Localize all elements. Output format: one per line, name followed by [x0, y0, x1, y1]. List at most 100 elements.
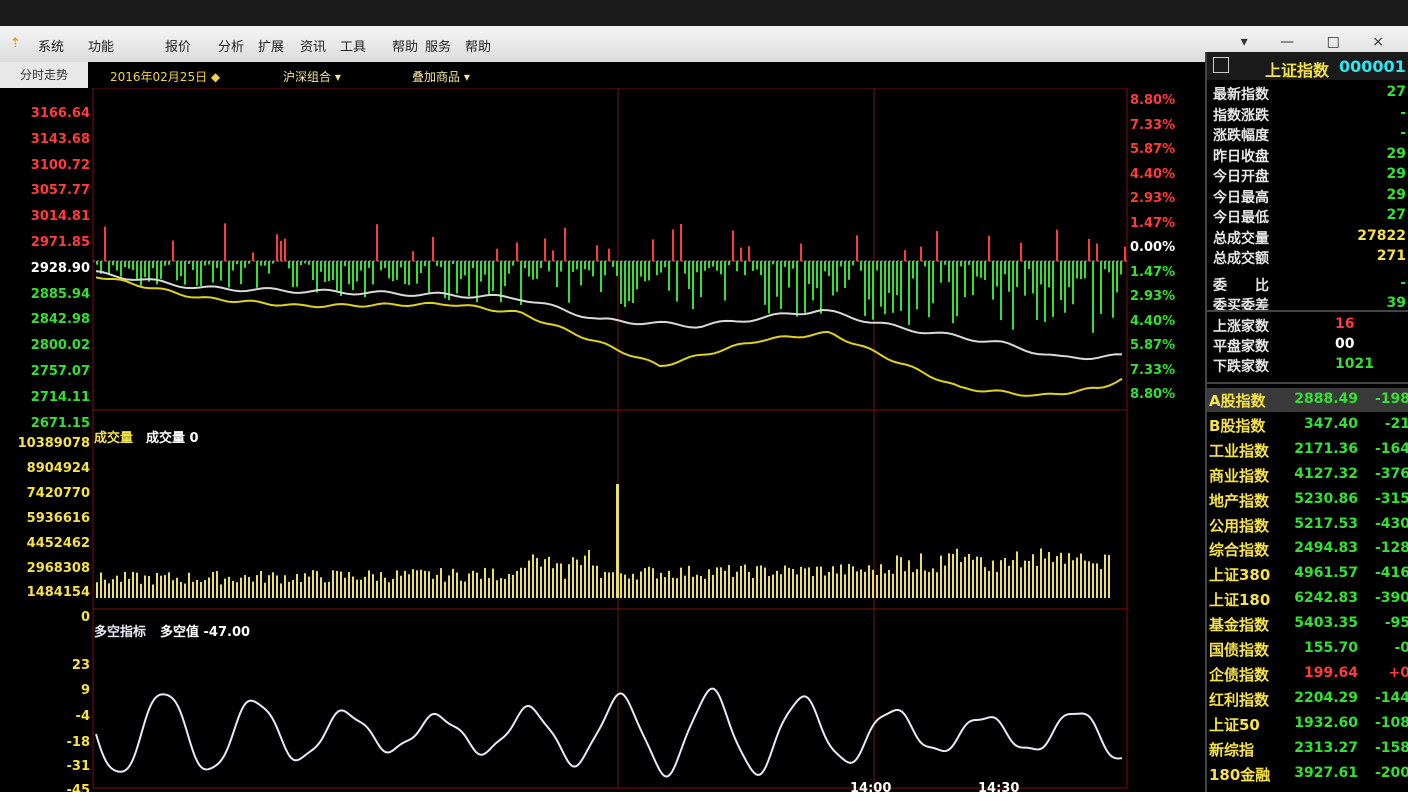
breadth-bar-down [704, 261, 706, 271]
volume-bar [440, 568, 442, 598]
breadth-bar-down [140, 261, 142, 286]
index-list-item[interactable]: 180金融 3927.61 -200 [1207, 762, 1408, 786]
menu-item-service[interactable]: 服务 [425, 36, 451, 55]
percent-axis-label: 1.47% [1130, 215, 1176, 231]
date-selector[interactable]: 2016年02月25日 ◆ [110, 68, 220, 85]
breadth-bar-up [748, 246, 750, 261]
breadth-bar-down [912, 261, 914, 279]
breadth-bar-down [984, 261, 986, 281]
volume-bar [768, 576, 770, 598]
breadth-bar-down [132, 261, 134, 271]
breadth-bar-down [1116, 261, 1118, 293]
volume-bar [604, 571, 606, 598]
index-side-panel: 上证指数 000001 最新指数 27 指数涨跌 - 涨跌幅度 - 昨日收盘 29 今日开盘 29… [1205, 52, 1408, 792]
breadth-bar-down [312, 261, 314, 281]
volume-bar [924, 570, 926, 598]
volume-bar [524, 567, 526, 598]
menu-item-analysis[interactable]: 分析 [218, 36, 244, 55]
volume-bar [108, 583, 110, 598]
breadth-bar-down [792, 261, 794, 269]
menu-item-extend[interactable]: 扩展 [258, 36, 284, 55]
menu-item-quote[interactable]: 报价 [165, 36, 191, 55]
menu-item-help[interactable]: 帮助 [392, 36, 418, 55]
breadth-bar-down [780, 261, 782, 309]
index-value: 2204.29 [1294, 689, 1358, 706]
side-count-label: 平盘家数 [1213, 339, 1269, 355]
group-selector[interactable]: 沪深组合 ▾ [283, 68, 341, 85]
volume-bar [356, 579, 358, 598]
breadth-bar-down [96, 261, 98, 265]
breadth-bar-down [416, 261, 418, 284]
breadth-bar-down [708, 261, 710, 269]
breadth-bar-down [116, 261, 118, 271]
breadth-bar-down [400, 261, 402, 268]
volume-bar [416, 570, 418, 598]
index-list-item[interactable]: 基金指数 5403.35 -95 [1207, 612, 1408, 636]
breadth-bar-up [376, 224, 378, 261]
index-list-item[interactable]: 红利指数 2204.29 -144 [1207, 687, 1408, 711]
breadth-bar-down [1028, 261, 1030, 270]
volume-bar [636, 579, 638, 598]
menu-item-news[interactable]: 资讯 [300, 36, 326, 55]
menu-item-help2[interactable]: 帮助 [465, 36, 491, 55]
breadth-bar-down [1016, 261, 1018, 287]
breadth-bar-down [356, 261, 358, 282]
volume-bar [520, 567, 522, 598]
volume-bar [568, 564, 570, 598]
volume-bar [192, 581, 194, 598]
index-list-item[interactable]: 国债指数 155.70 -0 [1207, 637, 1408, 661]
menu-item-tools[interactable]: 工具 [340, 36, 366, 55]
volume-bar [576, 559, 578, 598]
breadth-bar-up [672, 229, 674, 261]
index-list-item[interactable]: 企债指数 199.64 +0 [1207, 662, 1408, 686]
index-list-item[interactable]: 上证50 1932.60 -108 [1207, 712, 1408, 736]
volume-bar [148, 575, 150, 598]
percent-axis-label: 8.80% [1130, 93, 1176, 108]
index-name: 上证50 [1209, 715, 1260, 734]
volume-bar [1060, 552, 1062, 598]
volume-bar [168, 572, 170, 598]
breadth-bar-down [1072, 261, 1074, 305]
breadth-bar-up [552, 250, 554, 261]
breadth-bar-up [1020, 242, 1022, 261]
breadth-bar-down [204, 261, 206, 266]
breadth-bar-up [800, 243, 802, 261]
breadth-bar-down [1068, 261, 1070, 288]
index-list-item[interactable]: 地产指数 5230.86 -315 [1207, 488, 1408, 512]
volume-bar [640, 571, 642, 598]
index-list-item[interactable]: 综合指数 2494.83 -128 [1207, 537, 1408, 561]
menu-item-system[interactable]: 系统 [38, 36, 64, 55]
index-list-item[interactable]: A股指数 2888.49 -198 [1207, 388, 1408, 412]
tab-intraday[interactable]: 分时走势 [0, 62, 88, 88]
breadth-bar-down [168, 261, 170, 265]
index-list-item[interactable]: 上证380 4961.57 -416 [1207, 562, 1408, 586]
volume-bar [916, 569, 918, 598]
volume-bar [952, 553, 954, 598]
volume-bar [120, 581, 122, 598]
breadth-bar-down [648, 261, 650, 281]
breadth-bar-down [668, 261, 670, 291]
index-list-item[interactable]: 新综指 2313.27 -158 [1207, 737, 1408, 761]
breadth-bar-down [300, 261, 302, 266]
index-list-item[interactable]: 工业指数 2171.36 -164 [1207, 438, 1408, 462]
panel-icon[interactable] [1213, 57, 1229, 73]
volume-bar [540, 566, 542, 598]
side-stat-label: 总成交额 [1213, 251, 1269, 267]
index-list-item[interactable]: 上证180 6242.83 -390 [1207, 587, 1408, 611]
index-list-item[interactable]: B股指数 347.40 -21 [1207, 413, 1408, 437]
index-list-item[interactable]: 商业指数 4127.32 -376 [1207, 463, 1408, 487]
index-name: 国债指数 [1209, 641, 1270, 659]
volume-bar [820, 566, 822, 598]
index-list-item[interactable]: 公用指数 5217.53 -430 [1207, 513, 1408, 537]
volume-bar [420, 569, 422, 598]
window-controls[interactable]: ▾ — □ × [1241, 34, 1398, 50]
overlay-selector[interactable]: 叠加商品 ▾ [412, 68, 470, 85]
percent-axis-label: 2.93% [1130, 191, 1176, 206]
percent-axis-label: 4.40% [1130, 166, 1176, 182]
volume-bar [848, 564, 850, 598]
percent-axis-label: 1.47% [1130, 264, 1176, 280]
breadth-bar-down [688, 261, 690, 289]
chart-area[interactable]: 3166.64 3143.68 3100.72 3057.77 3014.81 2971.… [0, 88, 1205, 792]
breadth-bar-down [208, 261, 210, 265]
menu-item-function[interactable]: 功能 [88, 36, 114, 55]
